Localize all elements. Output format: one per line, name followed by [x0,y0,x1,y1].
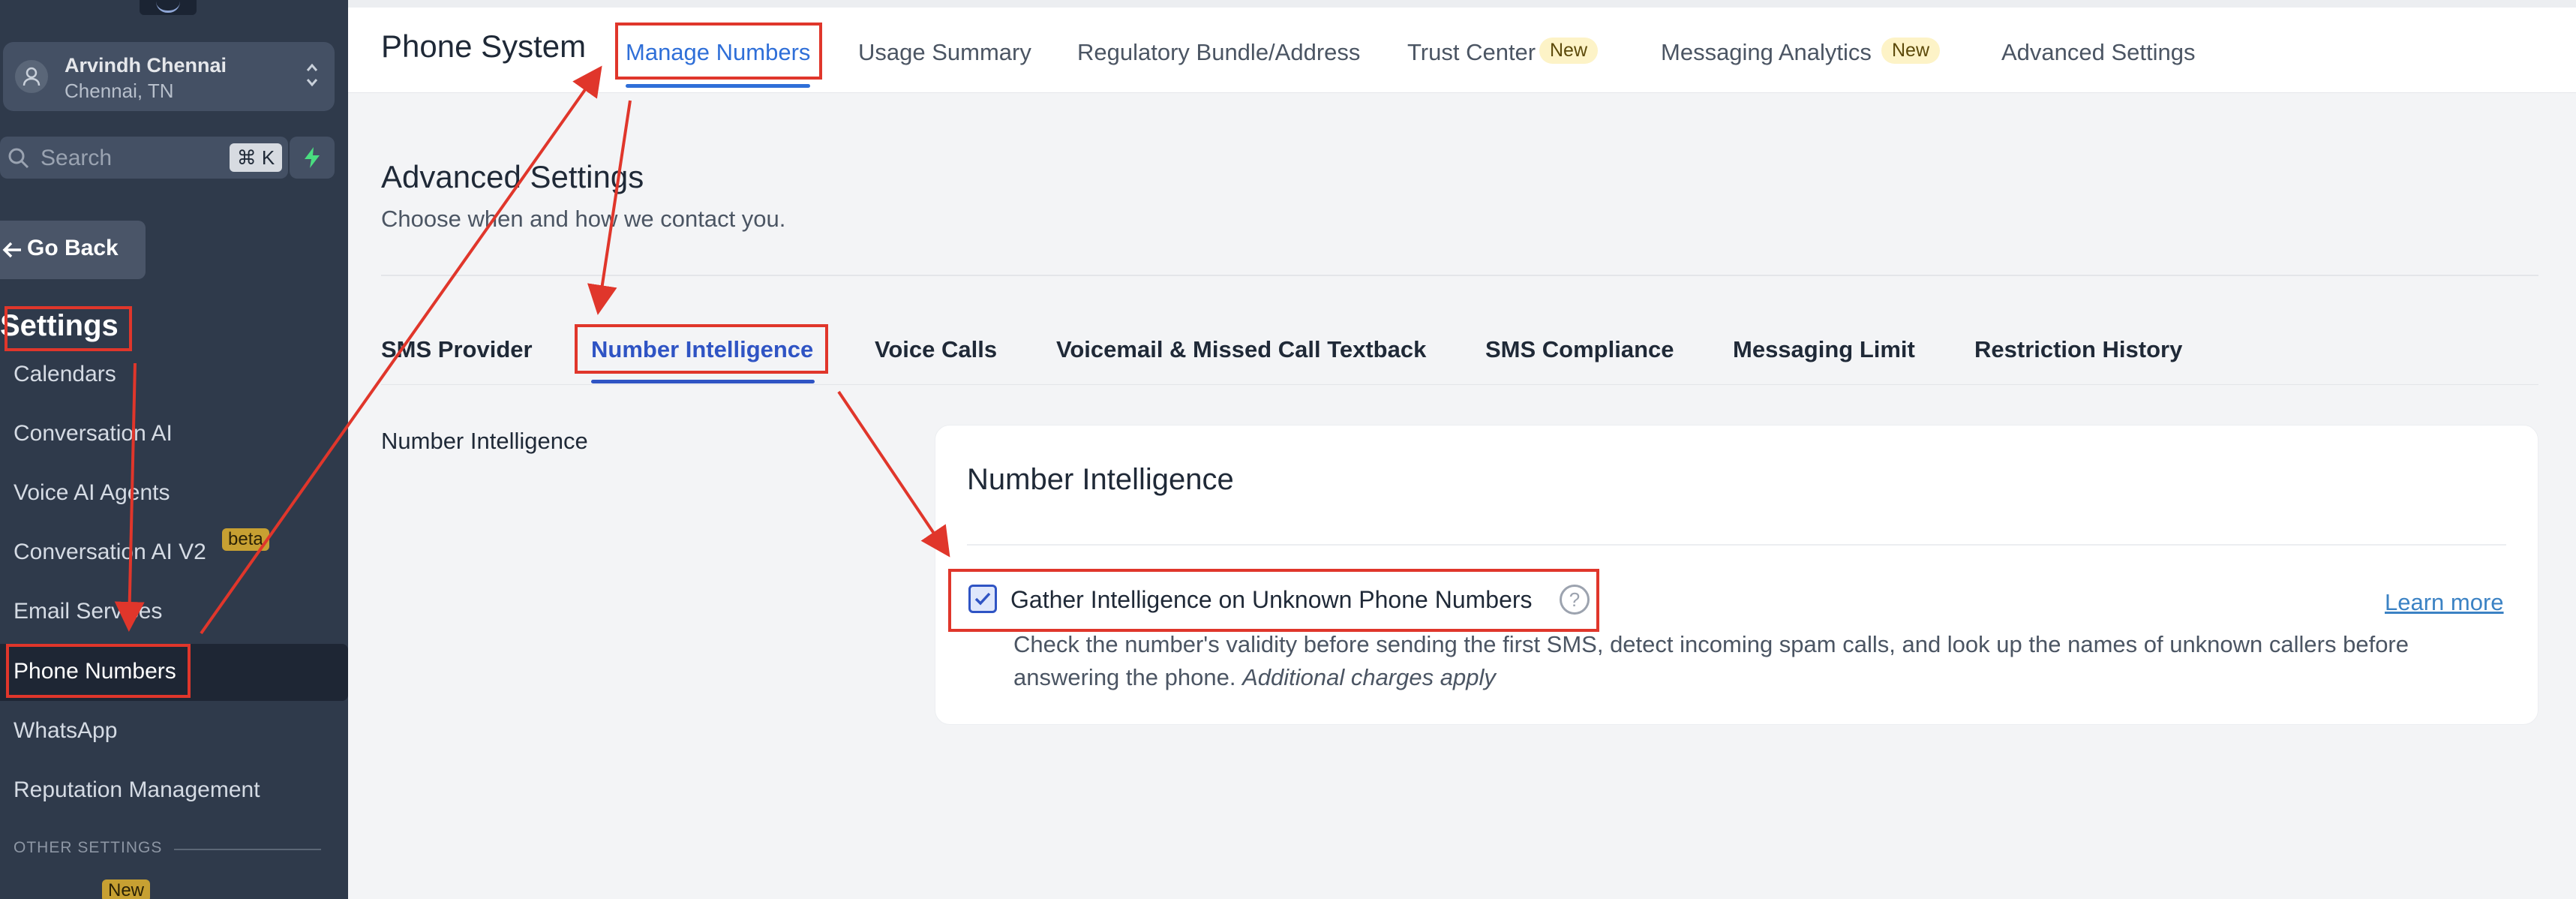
annotation-arrow [837,390,950,558]
arrow-left-icon [2,239,24,267]
subtab-sms-provider[interactable]: SMS Provider [381,336,533,363]
search-icon [8,147,30,173]
sidebar-item-whatsapp[interactable]: WhatsApp [0,703,348,759]
section-subtitle: Choose when and how we contact you. [381,206,786,232]
number-intelligence-card: Number Intelligence Gather Intelligence … [935,425,2538,725]
new-badge: New [102,879,151,899]
gather-intelligence-checkbox[interactable] [968,585,997,613]
account-switcher[interactable]: Arvindh Chennai Chennai, TN [3,42,335,111]
user-icon [15,60,48,93]
search-shortcut: ⌘ K [230,143,282,172]
account-location: Chennai, TN [65,80,174,102]
page-title: Phone System [381,29,587,64]
section-divider [174,849,321,850]
chevron-up-down-icon [305,59,320,95]
active-subtab-indicator [591,380,815,383]
sidebar-item-partial[interactable] [14,888,59,899]
subtab-voice-calls[interactable]: Voice Calls [875,336,997,363]
tab-manage-numbers[interactable]: Manage Numbers [626,39,810,66]
annotation-arrow [587,100,632,315]
sidebar-item-reputation-management[interactable]: Reputation Management [0,762,348,818]
lightning-icon [305,147,320,168]
go-back-button[interactable]: Go Back [0,221,146,279]
sidebar-item-voice-ai-agents[interactable]: Voice AI Agents [0,465,348,521]
option-description: Check the number's validity before sendi… [1013,631,2409,690]
settings-heading: Settings [0,309,119,342]
sidebar-item-conversation-ai-v2[interactable]: Conversation AI V2 [0,525,348,580]
subtab-restriction-history[interactable]: Restriction History [1974,336,2182,363]
sidebar: Arvindh Chennai Chennai, TN Search ⌘ K G… [0,0,348,899]
help-circle-icon[interactable]: ? [1560,585,1590,615]
sidebar-item-calendars[interactable]: Calendars [0,347,348,402]
divider [381,275,2538,276]
beta-badge: beta [222,528,269,551]
subtab-number-intelligence[interactable]: Number Intelligence [591,336,813,363]
card-title: Number Intelligence [967,463,1234,496]
subtab-voicemail-missed-call[interactable]: Voicemail & Missed Call Textback [1056,336,1426,363]
tab-trust-center[interactable]: Trust Center [1407,39,1536,66]
other-settings-heading: OTHER SETTINGS [14,839,163,856]
gather-intelligence-label[interactable]: Gather Intelligence on Unknown Phone Num… [1010,586,1533,614]
subtab-sms-compliance[interactable]: SMS Compliance [1485,336,1674,363]
sidebar-item-phone-numbers[interactable]: Phone Numbers [0,644,348,701]
section-title: Advanced Settings [381,159,644,194]
panel-side-label: Number Intelligence [381,428,588,454]
subtab-messaging-limit[interactable]: Messaging Limit [1733,336,1915,363]
tab-regulatory-bundle[interactable]: Regulatory Bundle/Address [1077,39,1360,66]
charges-note: Additional charges apply [1242,664,1496,690]
go-back-label: Go Back [27,236,119,260]
learn-more-link[interactable]: Learn more [2385,589,2504,616]
active-tab-indicator [626,84,810,88]
tab-usage-summary[interactable]: Usage Summary [858,39,1031,66]
tab-advanced-settings[interactable]: Advanced Settings [2001,39,2196,66]
tab-messaging-analytics[interactable]: Messaging Analytics [1661,39,1872,66]
sidebar-item-conversation-ai[interactable]: Conversation AI [0,406,348,462]
brand-logo [140,0,197,15]
card-divider [967,544,2506,546]
search-input[interactable]: Search ⌘ K [0,137,288,179]
checkmark-icon [974,592,991,606]
new-badge: New [1881,38,1941,64]
account-name: Arvindh Chennai [65,54,227,77]
search-placeholder: Search [41,146,113,170]
quick-actions-button[interactable] [290,137,335,179]
subtab-divider [381,384,2538,385]
new-badge: New [1539,38,1599,64]
sidebar-item-email-services[interactable]: Email Services [0,584,348,639]
top-shade [348,0,2576,8]
